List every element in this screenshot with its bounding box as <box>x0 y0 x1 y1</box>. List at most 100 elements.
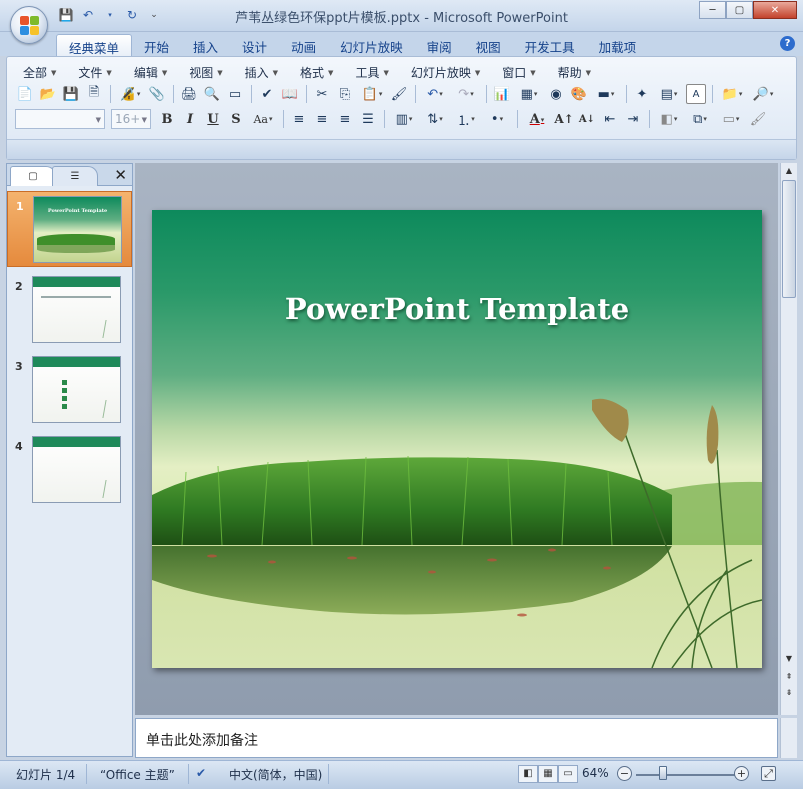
menu-tools[interactable]: 工具 ▼ <box>347 62 396 83</box>
tab-outline[interactable]: ☰ <box>52 166 98 186</box>
text-direction-icon[interactable]: ⇅ ▾ <box>421 109 449 129</box>
change-case-icon[interactable]: Aa ▾ <box>249 109 277 129</box>
tab-slideshow[interactable]: 幻灯片放映 <box>328 34 415 56</box>
page-setup-icon[interactable]: ▭ <box>225 84 245 104</box>
smartart-icon[interactable]: ◉ <box>546 84 566 104</box>
folder-icon[interactable]: 📁 ▾ <box>718 84 746 104</box>
current-slide[interactable]: PowerPoint Template <box>152 210 762 668</box>
language-indicator[interactable]: 中文(简体，中国) <box>229 766 322 783</box>
theme-name[interactable]: “Office 主题” <box>100 766 175 783</box>
office-button[interactable] <box>10 6 48 44</box>
attach-icon[interactable]: 📎 <box>147 84 167 104</box>
slide-title[interactable]: PowerPoint Template <box>152 292 762 326</box>
tab-slides[interactable]: ▢ <box>10 166 56 186</box>
bullets-icon[interactable]: • ▾ <box>483 109 511 129</box>
shadow-icon[interactable]: S <box>226 109 246 129</box>
tab-review[interactable]: 审阅 <box>415 34 464 56</box>
menu-format[interactable]: 格式 ▼ <box>292 62 341 83</box>
help-icon[interactable]: ? <box>780 36 795 51</box>
zoom-level[interactable]: 64% <box>582 766 609 780</box>
scroll-up-icon[interactable]: ▲ <box>781 163 797 178</box>
notes-scrollbar[interactable] <box>780 718 797 758</box>
menu-edit[interactable]: 编辑 ▼ <box>126 62 175 83</box>
spelling-icon[interactable]: ✔ <box>257 84 277 104</box>
slide-thumbnail-4[interactable]: 4 <box>7 432 132 508</box>
shape-fill-icon[interactable]: 🖌 <box>748 109 768 129</box>
slide-thumbnail-1[interactable]: 1 PowerPoint Template <box>7 191 132 267</box>
next-slide-icon[interactable]: ⇟ <box>781 685 797 700</box>
normal-view-icon[interactable]: ◧ <box>518 765 538 783</box>
tab-view[interactable]: 视图 <box>464 34 513 56</box>
save-icon[interactable]: 💾 <box>61 84 81 104</box>
tab-classic-menu[interactable]: 经典菜单 <box>56 34 133 56</box>
menu-help[interactable]: 帮助 ▼ <box>550 62 599 83</box>
font-name-combo[interactable]: ▼ <box>15 109 105 129</box>
research-icon[interactable]: 📖 <box>280 84 300 104</box>
tab-developer[interactable]: 开发工具 <box>513 34 587 56</box>
table-icon[interactable]: ▦ ▾ <box>515 84 543 104</box>
grow-font-icon[interactable]: A↑ <box>554 109 574 129</box>
underline-icon[interactable]: U <box>203 109 223 129</box>
columns-icon[interactable]: ▥ ▾ <box>390 109 418 129</box>
scroll-thumb[interactable] <box>782 180 796 298</box>
new-slide-icon[interactable]: ✦ <box>632 84 652 104</box>
tab-addins[interactable]: 加载项 <box>587 34 649 56</box>
zoom-slider-thumb[interactable] <box>659 766 667 780</box>
paste-icon[interactable]: 📋 ▾ <box>358 84 386 104</box>
layout-icon[interactable]: ▤ ▾ <box>655 84 683 104</box>
save-as-pdf-icon[interactable]: 🗎 <box>84 84 104 104</box>
justify-icon[interactable]: ☰ <box>358 109 378 129</box>
slide-thumbnail-2[interactable]: 2 <box>7 272 132 348</box>
italic-icon[interactable]: I <box>180 109 200 129</box>
shapes-icon[interactable]: ◧ ▾ <box>655 109 683 129</box>
align-left-icon[interactable]: ≡ <box>289 109 309 129</box>
spelling-check-icon[interactable]: ✔ <box>196 766 206 780</box>
menu-slideshow[interactable]: 幻灯片放映 ▼ <box>403 62 488 83</box>
increase-indent-icon[interactable]: ⇥ <box>623 109 643 129</box>
align-right-icon[interactable]: ≡ <box>335 109 355 129</box>
tab-insert[interactable]: 插入 <box>181 34 230 56</box>
align-center-icon[interactable]: ≡ <box>312 109 332 129</box>
slideshow-icon[interactable]: ▭ <box>558 765 578 783</box>
slide-sorter-icon[interactable]: ▦ <box>538 765 558 783</box>
vertical-scrollbar[interactable]: ▲ ▼ ⇞ ⇟ <box>780 163 797 715</box>
menu-insert[interactable]: 插入 ▼ <box>237 62 286 83</box>
decrease-indent-icon[interactable]: ⇤ <box>600 109 620 129</box>
print-icon[interactable]: 🖨 <box>179 84 199 104</box>
undo-icon[interactable]: ↶ ▾ <box>421 84 449 104</box>
copy-icon[interactable]: ⎘ <box>335 84 355 104</box>
arrange-icon[interactable]: ⧉ ▾ <box>686 109 714 129</box>
menu-file[interactable]: 文件 ▼ <box>70 62 119 83</box>
print-preview-icon[interactable]: 🔍 <box>202 84 222 104</box>
clipart-icon[interactable]: 🎨 <box>569 84 589 104</box>
textbox-icon[interactable]: A <box>686 84 706 104</box>
close-icon[interactable]: ✕ <box>114 166 127 184</box>
shrink-font-icon[interactable]: A↓ <box>577 109 597 129</box>
numbering-icon[interactable]: ⒈ ▾ <box>452 109 480 129</box>
font-size-combo[interactable]: 16+ ▼ <box>111 109 151 129</box>
notes-pane[interactable]: 单击此处添加备注 <box>135 718 778 758</box>
menu-window[interactable]: 窗口 ▼ <box>494 62 543 83</box>
format-painter-icon[interactable]: 🖌 <box>389 84 409 104</box>
open-folder-icon[interactable]: 📂 <box>38 84 58 104</box>
find-icon[interactable]: 🔎 ▾ <box>749 84 777 104</box>
fit-to-window-icon[interactable]: ⤢ <box>761 766 776 781</box>
menu-all[interactable]: 全部 ▼ <box>15 62 64 83</box>
redo-icon[interactable]: ↷ ▾ <box>452 84 480 104</box>
menu-view[interactable]: 视图 ▼ <box>181 62 230 83</box>
minimize-button[interactable]: ─ <box>699 1 726 19</box>
permission-icon[interactable]: 🔏 ▾ <box>116 84 144 104</box>
tab-animation[interactable]: 动画 <box>279 34 328 56</box>
new-document-icon[interactable]: 📄 <box>15 84 35 104</box>
notes-placeholder[interactable]: 单击此处添加备注 <box>146 730 258 750</box>
tab-design[interactable]: 设计 <box>230 34 279 56</box>
previous-slide-icon[interactable]: ⇞ <box>781 669 797 684</box>
quick-styles-icon[interactable]: ▭ ▾ <box>717 109 745 129</box>
zoom-slider-track[interactable] <box>636 774 736 776</box>
maximize-button[interactable]: ▢ <box>726 1 753 19</box>
slide-thumbnail-3[interactable]: 3 <box>7 352 132 428</box>
cut-icon[interactable]: ✂ <box>312 84 332 104</box>
zoom-in-icon[interactable]: + <box>734 766 749 781</box>
font-color-icon[interactable]: A ▾ <box>523 109 551 129</box>
close-button[interactable]: ✕ <box>753 1 797 19</box>
